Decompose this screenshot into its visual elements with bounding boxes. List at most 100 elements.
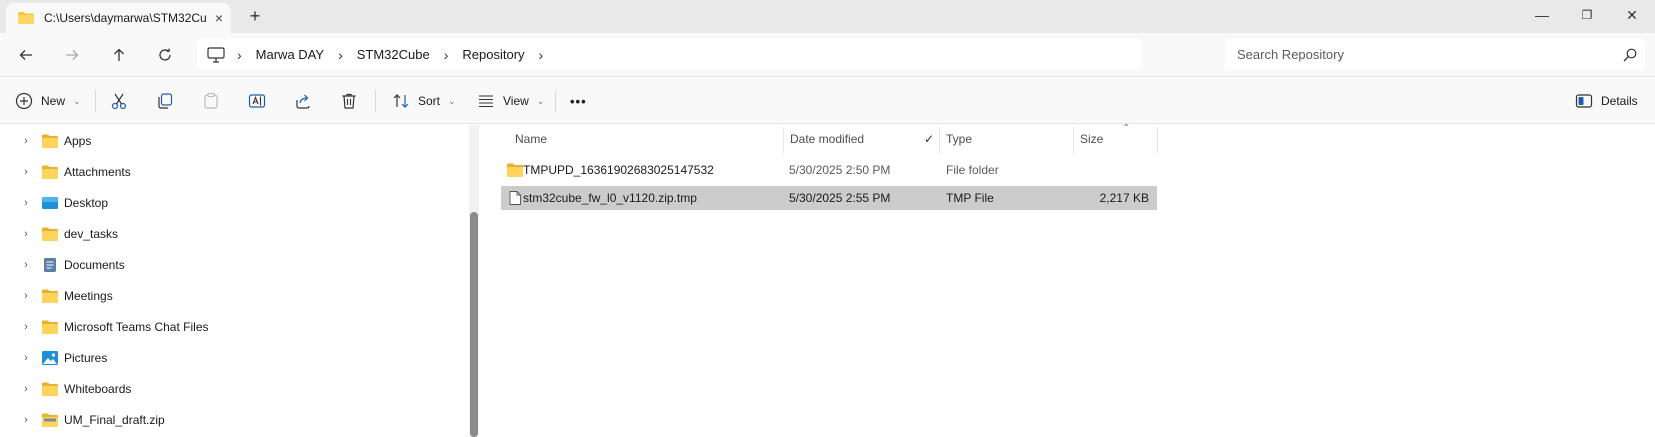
new-button[interactable]: New ⌄	[15, 86, 81, 116]
chevron-right-icon[interactable]: ›	[19, 259, 33, 271]
search-input[interactable]	[1237, 47, 1615, 62]
chevron-right-icon[interactable]: ›	[19, 321, 33, 333]
checkmark-icon: ✓	[924, 132, 935, 146]
chevron-right-icon[interactable]: ›	[19, 228, 33, 240]
nav-item-pictures[interactable]: › Pictures	[0, 344, 460, 372]
folder-icon	[42, 382, 58, 396]
desktop-icon	[42, 197, 58, 209]
up-button[interactable]	[105, 41, 133, 69]
tab-active[interactable]: C:\Users\daymarwa\STM32Cu ×	[6, 3, 231, 33]
close-window-button[interactable]: ✕	[1612, 4, 1652, 26]
view-button[interactable]: View ⌄	[477, 86, 544, 116]
folder-icon	[42, 289, 58, 303]
maximize-button[interactable]: ❐	[1567, 4, 1607, 26]
file-row[interactable]: TMPUPD_16361902683025147532 5/30/2025 2:…	[501, 158, 1157, 182]
file-date-modified: 5/30/2025 2:55 PM	[789, 191, 891, 205]
details-label: Details	[1601, 94, 1638, 108]
column-header-date-modified[interactable]: Date modified	[790, 125, 920, 153]
documents-icon	[44, 258, 56, 272]
file-name: TMPUPD_16361902683025147532	[523, 163, 714, 177]
column-divider[interactable]	[1073, 127, 1074, 153]
details-button[interactable]: Details	[1575, 86, 1638, 116]
nav-item-meetings[interactable]: › Meetings	[0, 282, 460, 310]
delete-button[interactable]	[340, 86, 358, 116]
breadcrumb-chevron-icon[interactable]: ›	[237, 47, 242, 63]
column-divider[interactable]	[1157, 127, 1158, 153]
breadcrumb-marwa-day[interactable]: Marwa DAY	[256, 47, 324, 62]
file-name: stm32cube_fw_l0_v1120.zip.tmp	[523, 191, 697, 205]
column-header-name[interactable]: Name	[515, 125, 765, 153]
column-divider[interactable]	[783, 127, 784, 153]
arrow-right-icon	[66, 50, 79, 60]
file-row-selected[interactable]: stm32cube_fw_l0_v1120.zip.tmp 5/30/2025 …	[501, 186, 1157, 210]
address-bar[interactable]: › Marwa DAY › STM32Cube › Repository ›	[197, 39, 1142, 70]
share-icon	[296, 94, 310, 109]
breadcrumb-repository[interactable]: Repository	[462, 47, 524, 62]
new-tab-button[interactable]: +	[244, 6, 266, 28]
file-type: File folder	[946, 163, 999, 177]
chevron-right-icon[interactable]: ›	[19, 197, 33, 209]
file-icon	[509, 191, 521, 205]
minimize-button[interactable]: —	[1522, 4, 1562, 26]
chevron-right-icon[interactable]: ›	[19, 352, 33, 364]
copy-button[interactable]	[156, 86, 174, 116]
more-options-button[interactable]: •••	[570, 86, 587, 116]
back-button[interactable]	[12, 41, 40, 69]
chevron-right-icon[interactable]: ›	[19, 290, 33, 302]
this-pc-icon	[207, 46, 225, 63]
plus-circle-icon	[15, 92, 33, 110]
breadcrumb-chevron-icon[interactable]: ›	[338, 47, 343, 63]
cut-button[interactable]	[110, 86, 128, 116]
search-icon[interactable]	[1615, 45, 1645, 65]
address-bar-row: › Marwa DAY › STM32Cube › Repository ›	[0, 33, 1655, 77]
paste-icon	[204, 92, 218, 109]
chevron-right-icon[interactable]: ›	[19, 166, 33, 178]
nav-item-desktop[interactable]: › Desktop	[0, 189, 460, 217]
pictures-icon	[42, 351, 58, 365]
nav-item-um-final-draft-zip[interactable]: › UM_Final_draft.zip	[0, 406, 460, 434]
view-list-icon	[479, 95, 493, 108]
rename-icon	[248, 94, 266, 108]
folder-icon	[42, 320, 58, 334]
refresh-icon	[159, 48, 171, 61]
column-header-size[interactable]: Size	[1080, 125, 1160, 153]
column-header-type[interactable]: Type	[946, 125, 1066, 153]
breadcrumb-chevron-icon[interactable]: ›	[539, 47, 544, 63]
chevron-down-icon: ⌄	[73, 95, 81, 106]
chevron-right-icon[interactable]: ›	[19, 383, 33, 395]
view-label: View	[503, 94, 529, 108]
arrow-up-icon	[114, 48, 124, 61]
refresh-button[interactable]	[151, 41, 179, 69]
tab-close-button[interactable]: ×	[207, 10, 231, 26]
command-bar: New ⌄ Sort ⌄ View ⌄ ••• Details	[0, 78, 1655, 124]
forward-button[interactable]	[58, 41, 86, 69]
folder-icon	[507, 163, 523, 177]
chevron-down-icon: ⌄	[536, 95, 545, 106]
breadcrumb-stm32cube[interactable]: STM32Cube	[357, 47, 430, 62]
nav-item-documents[interactable]: › Documents	[0, 251, 460, 279]
chevron-down-icon: ⌄	[448, 95, 456, 106]
nav-item-dev-tasks[interactable]: › dev_tasks	[0, 220, 460, 248]
nav-item-whiteboards[interactable]: › Whiteboards	[0, 375, 460, 403]
divider	[95, 90, 96, 112]
copy-icon	[158, 93, 173, 109]
zip-folder-icon	[42, 413, 58, 427]
navigation-pane: › Apps › Attachments › Desktop › dev_tas…	[0, 125, 470, 437]
column-divider[interactable]	[939, 127, 940, 153]
rename-button[interactable]	[248, 86, 266, 116]
details-pane-icon	[1575, 94, 1593, 108]
search-box[interactable]	[1225, 39, 1645, 70]
share-button[interactable]	[294, 86, 312, 116]
sort-button[interactable]: Sort ⌄	[392, 86, 456, 116]
folder-icon	[18, 12, 34, 24]
nav-item-attachments[interactable]: › Attachments	[0, 158, 460, 186]
nav-scrollbar-thumb[interactable]	[470, 212, 478, 437]
paste-button[interactable]	[202, 86, 220, 116]
divider	[555, 90, 556, 112]
chevron-right-icon[interactable]: ›	[19, 135, 33, 147]
tab-title: C:\Users\daymarwa\STM32Cu	[44, 11, 207, 25]
chevron-right-icon[interactable]: ›	[19, 414, 33, 426]
breadcrumb-chevron-icon[interactable]: ›	[444, 47, 449, 63]
nav-item-apps[interactable]: › Apps	[0, 127, 460, 155]
nav-item-teams-chat-files[interactable]: › Microsoft Teams Chat Files	[0, 313, 460, 341]
